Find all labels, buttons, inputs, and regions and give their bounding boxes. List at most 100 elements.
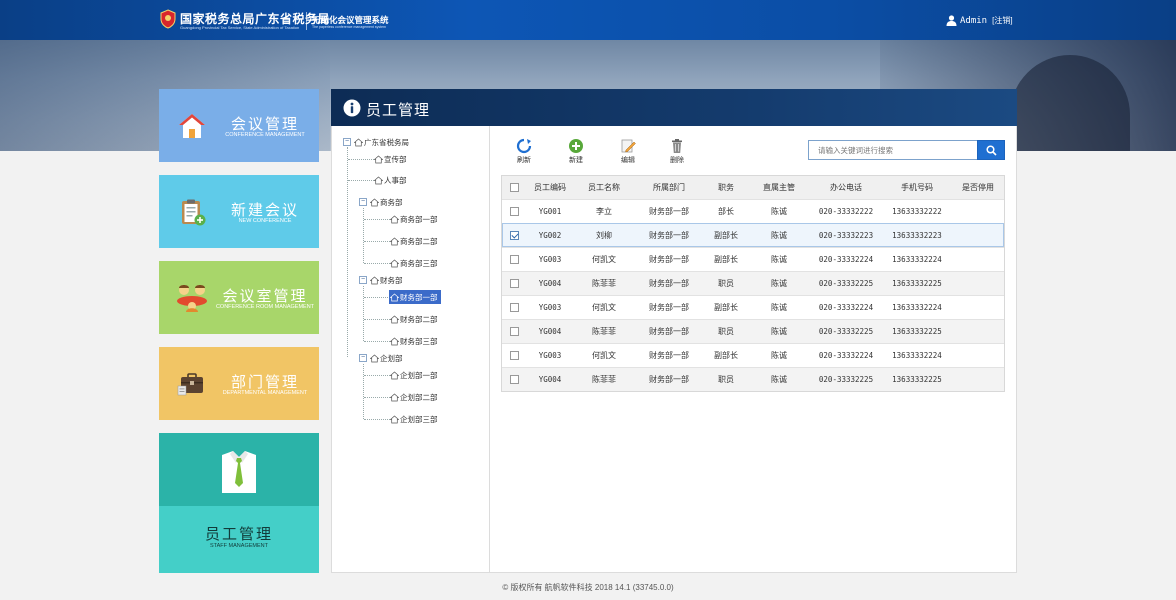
tree-node-shangwu[interactable]: − 商务部 bbox=[359, 195, 403, 209]
org-subtitle: Guangdong Provincial Tax Service, State … bbox=[180, 25, 300, 30]
column-header[interactable]: 办公电话 bbox=[810, 176, 882, 199]
cell-mobile: 13633332225 bbox=[892, 279, 942, 288]
row-checkbox[interactable] bbox=[509, 207, 519, 216]
house-outline-icon bbox=[390, 337, 399, 345]
tree-node-caiwu-1-selected[interactable]: 财务部一部 bbox=[389, 290, 441, 304]
nav-tile-sublabel: NEW CONFERENCE bbox=[238, 218, 292, 224]
cell-code: YG003 bbox=[538, 255, 562, 264]
table-row[interactable]: YG002 刘柳 财务部一部 副部长 陈诚 020-33332223 13633332223 bbox=[502, 223, 1004, 247]
cell-disabled bbox=[952, 296, 1004, 319]
tree-node-qihua[interactable]: − 企划部 bbox=[359, 351, 403, 365]
create-label: 新建 bbox=[569, 157, 583, 164]
row-checkbox[interactable] bbox=[509, 351, 519, 360]
cell-name: 何凯文 bbox=[592, 255, 616, 264]
table-row[interactable]: YG004 陈菲菲 财务部一部 职员 陈诚 020-33332225 13633332225 bbox=[502, 319, 1004, 343]
cell-dept: 财务部一部 bbox=[649, 327, 689, 336]
cell-title: 职员 bbox=[718, 327, 734, 336]
row-checkbox[interactable] bbox=[509, 327, 519, 336]
column-header[interactable]: 是否停用 bbox=[952, 176, 1004, 199]
edit-label: 编辑 bbox=[621, 157, 635, 164]
tree-line bbox=[363, 364, 364, 419]
tree-node-label: 财务部三部 bbox=[400, 336, 438, 346]
column-header[interactable]: 员工名称 bbox=[574, 176, 634, 199]
tree-node-qihua-1[interactable]: 企划部一部 bbox=[390, 368, 438, 382]
tree-node-qihua-3[interactable]: 企划部三部 bbox=[390, 412, 438, 426]
cell-office: 020-33332225 bbox=[818, 279, 874, 288]
search-button[interactable] bbox=[977, 140, 1005, 160]
nav-tile-sublabel: DEPARTMENTAL MANAGEMENT bbox=[222, 390, 308, 396]
cell-disabled bbox=[952, 344, 1004, 367]
table-row[interactable]: YG004 陈菲菲 财务部一部 职员 陈诚 020-33332225 13633332225 bbox=[502, 367, 1004, 391]
collapse-toggle-icon[interactable]: − bbox=[359, 354, 367, 362]
cell-manager: 陈诚 bbox=[771, 255, 787, 264]
cell-office: 020-33332225 bbox=[818, 375, 874, 384]
column-header[interactable]: 直属主管 bbox=[748, 176, 810, 199]
row-checkbox[interactable] bbox=[509, 255, 519, 264]
collapse-toggle-icon[interactable]: − bbox=[359, 276, 367, 284]
house-outline-icon bbox=[390, 315, 399, 323]
nav-tile-department-management[interactable]: 部门管理 DEPARTMENTAL MANAGEMENT bbox=[159, 347, 319, 420]
top-header-bar: 国家税务总局广东省税务局 Guangdong Provincial Tax Se… bbox=[0, 0, 1176, 40]
house-icon bbox=[179, 114, 205, 138]
cell-office: 020-33332223 bbox=[818, 231, 874, 240]
nav-tile-conference-room-management[interactable]: 会议室管理 CONFERENCE ROOM MANAGEMENT bbox=[159, 261, 319, 334]
row-checkbox[interactable] bbox=[509, 231, 519, 240]
nav-tile-staff-management[interactable]: 员工管理 STAFF MANAGEMENT bbox=[159, 433, 319, 573]
search-input[interactable] bbox=[808, 140, 978, 160]
tree-line bbox=[347, 147, 348, 357]
shirt-tie-icon bbox=[222, 451, 256, 493]
row-checkbox[interactable] bbox=[509, 303, 519, 312]
cell-disabled bbox=[952, 272, 1004, 295]
nav-tile-meeting-management[interactable]: 会议管理 CONFERENCE MANAGEMENT bbox=[159, 89, 319, 162]
select-all-checkbox[interactable] bbox=[509, 183, 519, 192]
create-button[interactable]: 新建 bbox=[561, 138, 591, 168]
search-icon bbox=[986, 145, 997, 156]
row-checkbox[interactable] bbox=[509, 279, 519, 288]
tree-node-shangwu-1[interactable]: 商务部一部 bbox=[390, 212, 438, 226]
tree-node-shangwu-3[interactable]: 商务部三部 bbox=[390, 256, 438, 270]
collapse-toggle-icon[interactable]: − bbox=[343, 138, 351, 146]
nav-tile-new-conference[interactable]: 新建会议 NEW CONFERENCE bbox=[159, 175, 319, 248]
cell-mobile: 13633332224 bbox=[892, 351, 942, 360]
row-checkbox[interactable] bbox=[509, 375, 519, 384]
row-checkbox-cell bbox=[502, 368, 526, 391]
table-row[interactable]: YG004 陈菲菲 财务部一部 职员 陈诚 020-33332225 13633332225 bbox=[502, 271, 1004, 295]
table-row[interactable]: YG003 何凯文 财务部一部 副部长 陈诚 020-33332224 1363333222… bbox=[502, 343, 1004, 367]
house-outline-icon bbox=[370, 354, 379, 362]
tree-node-root[interactable]: − 广东省税务局 bbox=[343, 135, 409, 149]
tree-node-label: 商务部二部 bbox=[400, 236, 438, 246]
column-header[interactable]: 职务 bbox=[704, 176, 748, 199]
cell-office: 020-33332224 bbox=[818, 255, 874, 264]
cell-manager: 陈诚 bbox=[771, 351, 787, 360]
logout-link[interactable]: [注销] bbox=[992, 15, 1012, 26]
cell-disabled bbox=[952, 320, 1004, 343]
tree-node-xuanchuan[interactable]: 宣传部 bbox=[374, 152, 407, 166]
tree-node-caiwu[interactable]: − 财务部 bbox=[359, 273, 403, 287]
tree-node-caiwu-2[interactable]: 财务部二部 bbox=[390, 312, 438, 326]
house-outline-icon bbox=[390, 237, 399, 245]
tree-node-shangwu-2[interactable]: 商务部二部 bbox=[390, 234, 438, 248]
table-row[interactable]: YG003 何凯文 财务部一部 副部长 陈诚 020-33332224 1363333222… bbox=[502, 247, 1004, 271]
table-row[interactable]: YG001 李立 财务部一部 部长 陈诚 020-33332222 13633332222 bbox=[502, 199, 1004, 223]
refresh-icon bbox=[516, 138, 532, 154]
tree-node-renshi[interactable]: 人事部 bbox=[374, 173, 407, 187]
column-header[interactable]: 员工编码 bbox=[526, 176, 574, 199]
cell-name: 李立 bbox=[596, 207, 612, 216]
tree-line bbox=[364, 297, 390, 298]
table-row[interactable]: YG003 何凯文 财务部一部 副部长 陈诚 020-33332224 1363333222… bbox=[502, 295, 1004, 319]
tree-node-qihua-2[interactable]: 企划部二部 bbox=[390, 390, 438, 404]
row-checkbox-cell bbox=[502, 272, 526, 295]
refresh-button[interactable]: 刷新 bbox=[509, 138, 539, 168]
column-header[interactable]: 手机号码 bbox=[882, 176, 952, 199]
collapse-toggle-icon[interactable]: − bbox=[359, 198, 367, 206]
edit-button[interactable]: 编辑 bbox=[613, 138, 643, 168]
cell-name: 何凯文 bbox=[592, 351, 616, 360]
cell-dept: 财务部一部 bbox=[649, 231, 689, 240]
info-icon bbox=[343, 99, 361, 117]
tree-node-caiwu-3[interactable]: 财务部三部 bbox=[390, 334, 438, 348]
house-outline-icon bbox=[354, 138, 363, 146]
tree-line bbox=[364, 241, 390, 242]
house-outline-icon bbox=[390, 371, 399, 379]
delete-button[interactable]: 删除 bbox=[662, 138, 692, 168]
column-header[interactable]: 所属部门 bbox=[634, 176, 704, 199]
